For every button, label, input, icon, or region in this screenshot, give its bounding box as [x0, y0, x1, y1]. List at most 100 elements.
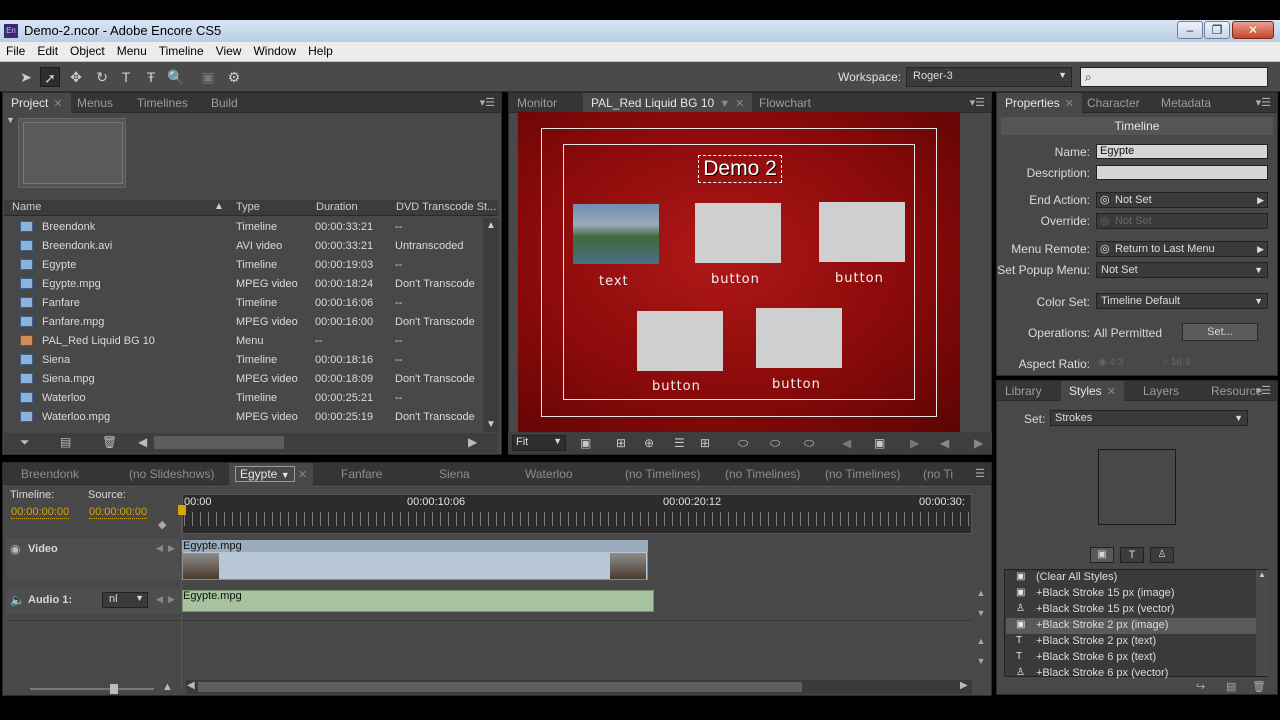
nav-left-icon[interactable]: ◀ — [940, 436, 949, 450]
apply-style-icon[interactable]: ↪ — [1196, 680, 1205, 693]
tab-no-timelines[interactable]: (no Timelines) — [825, 463, 900, 485]
menu-button-3[interactable] — [819, 202, 905, 262]
tab-properties[interactable]: Properties ✕ — [997, 93, 1082, 113]
preview-icon[interactable]: ▣ — [198, 67, 218, 87]
scroll-right-icon[interactable]: ▶ — [468, 435, 477, 449]
project-row[interactable]: Siena Timeline 00:00:18:16 -- — [4, 351, 480, 370]
move-tool-icon[interactable]: ✥ — [66, 67, 86, 87]
menu-menu[interactable]: Menu — [111, 42, 153, 58]
description-field[interactable] — [1096, 165, 1268, 180]
source-timecode[interactable]: 00:00:00:00 — [89, 506, 148, 519]
project-row[interactable]: Egypte.mpg MPEG video 00:00:18:24 Don't Tra… — [4, 275, 480, 294]
aspect-16-9-radio[interactable]: ○ 16:9 — [1162, 357, 1190, 368]
timeline-timecode[interactable]: 00:00:00:00 — [11, 506, 70, 519]
panel-menu-icon[interactable]: ▾☰ — [1256, 384, 1271, 397]
vertical-text-tool-icon[interactable]: Ŧ — [141, 67, 161, 87]
timeline-scroll-thumb[interactable] — [198, 682, 802, 692]
prev-keyframe-icon[interactable]: ◀ — [156, 543, 163, 554]
eye-icon[interactable]: ◉ — [10, 542, 20, 556]
style-set-select[interactable]: Strokes ▼ — [1050, 410, 1248, 426]
menu-button-thumbnail[interactable] — [573, 204, 659, 264]
tab-slideshows[interactable]: (no Slideshows) — [129, 463, 214, 485]
menu-title-text[interactable]: Demo 2 — [698, 155, 782, 183]
collapse-icon[interactable]: ▼ — [6, 115, 15, 125]
style-item[interactable]: ▣ (Clear All Styles) — [1006, 570, 1256, 586]
next-icon[interactable]: ▶ — [910, 436, 919, 450]
scroll-left-icon[interactable]: ◀ — [187, 680, 195, 691]
link-icon[interactable]: ⚙ — [224, 67, 244, 87]
style-item[interactable]: T +Black Stroke 2 px (text) — [1006, 634, 1256, 650]
audio-clip[interactable] — [182, 590, 654, 612]
scroll-up-icon[interactable]: ▲ — [486, 220, 496, 231]
style-item[interactable]: ♙ +Black Stroke 6 px (vector) — [1006, 666, 1256, 682]
search-input[interactable]: ⌕ — [1080, 67, 1268, 87]
tab-no-timelines[interactable]: (no Timelines) — [725, 463, 800, 485]
style-item[interactable]: T +Black Stroke 6 px (text) — [1006, 650, 1256, 666]
selection-tool-icon[interactable]: ➤ — [16, 67, 36, 87]
scroll-down-icon[interactable]: ▼ — [486, 419, 496, 430]
column-transcode[interactable]: DVD Transcode St... — [396, 201, 496, 213]
audio-language-select[interactable]: nl ▼ — [102, 592, 148, 608]
vector-style-icon[interactable]: ♙ — [1150, 547, 1174, 563]
distribute-icon[interactable]: ⊞ — [700, 436, 710, 450]
override-select[interactable]: ◎ Not Set — [1096, 213, 1268, 229]
menu-remote-select[interactable]: ◎ Return to Last Menu ▶ — [1096, 241, 1268, 257]
menu-timeline[interactable]: Timeline — [153, 42, 210, 58]
workspace-select[interactable]: Roger-3 ▼ — [906, 67, 1072, 87]
tab-build[interactable]: Build — [203, 93, 246, 113]
tab-menu-editor[interactable]: PAL_Red Liquid BG 10 ▼ ✕ — [583, 93, 753, 113]
close-button[interactable]: ✕ — [1232, 21, 1274, 39]
tab-timeline-egypte[interactable]: Egypte ▼ ✕ — [229, 463, 314, 485]
project-row[interactable]: Siena.mpg MPEG video 00:00:18:09 Don't Tran… — [4, 370, 480, 389]
trash-icon[interactable]: 🗑 — [102, 435, 117, 449]
end-action-select[interactable]: ◎ Not Set ▶ — [1096, 192, 1268, 208]
project-row[interactable]: Egypte Timeline 00:00:19:03 -- — [4, 256, 480, 275]
zoom-select[interactable]: Fit ▼ — [512, 435, 566, 451]
next-keyframe-icon[interactable]: ▶ — [168, 594, 175, 605]
align-icon[interactable]: ⊕ — [644, 436, 654, 450]
tab-monitor[interactable]: Monitor — [509, 93, 565, 113]
prev-keyframe-icon[interactable]: ◀ — [156, 594, 163, 605]
zoom-tool-icon[interactable]: 🔍 — [166, 67, 186, 87]
new-item-icon[interactable]: ▤ — [60, 435, 71, 449]
tab-layers[interactable]: Layers — [1135, 381, 1187, 401]
styles-scrollbar[interactable]: ▲ — [1256, 570, 1268, 676]
menu-file[interactable]: File — [0, 42, 31, 58]
grid-icon[interactable]: ⊞ — [616, 436, 626, 450]
project-row[interactable]: Fanfare.mpg MPEG video 00:00:16:00 Don't Tr… — [4, 313, 480, 332]
column-type[interactable]: Type — [236, 201, 260, 213]
project-row[interactable]: Fanfare Timeline 00:00:16:06 -- — [4, 294, 480, 313]
menu-help[interactable]: Help — [302, 42, 339, 58]
tab-styles[interactable]: Styles ✕ — [1061, 381, 1124, 401]
playhead[interactable] — [181, 508, 182, 688]
panel-menu-icon[interactable]: ▾☰ — [480, 96, 495, 109]
zoom-slider-track[interactable] — [30, 688, 154, 690]
minimize-button[interactable]: – — [1177, 21, 1203, 39]
style-item[interactable]: ▣ +Black Stroke 15 px (image) — [1006, 586, 1256, 602]
column-duration[interactable]: Duration — [316, 201, 358, 213]
tracks-scrollbar[interactable]: ▲ ▼ — [974, 636, 988, 676]
panel-menu-icon[interactable]: ▾☰ — [970, 96, 985, 109]
name-field[interactable]: Egypte — [1096, 144, 1268, 159]
audio-scrollbar[interactable]: ▲ ▼ — [974, 588, 988, 628]
tab-timeline-waterloo[interactable]: Waterloo — [525, 463, 573, 485]
zoom-slider-thumb[interactable] — [110, 684, 118, 694]
nav-right-icon[interactable]: ▶ — [974, 436, 983, 450]
style-item[interactable]: ♙ +Black Stroke 15 px (vector) — [1006, 602, 1256, 618]
panel-menu-icon[interactable]: ▾☰ — [1256, 96, 1271, 109]
rotate-tool-icon[interactable]: ↻ — [92, 67, 112, 87]
menu-button-5[interactable] — [756, 308, 842, 368]
menu-object[interactable]: Object — [64, 42, 111, 58]
horizontal-scroll-thumb[interactable] — [154, 436, 284, 449]
filter-icon[interactable]: ⏷ — [20, 435, 30, 450]
text-style-icon[interactable]: T — [1120, 547, 1144, 563]
menu-window[interactable]: Window — [247, 42, 302, 58]
project-row[interactable]: Breendonk.avi AVI video 00:00:33:21 Untrans… — [4, 237, 480, 256]
tab-timeline-breendonk[interactable]: Breendonk — [21, 463, 79, 485]
direct-select-tool-icon[interactable]: ➚ — [40, 67, 60, 87]
safe-area-icon[interactable]: ▣ — [580, 436, 591, 450]
menu-button-2[interactable] — [695, 203, 781, 263]
button-shape-icon[interactable]: ⬭ — [804, 436, 814, 451]
next-keyframe-icon[interactable]: ▶ — [168, 543, 175, 554]
project-row[interactable]: Breendonk Timeline 00:00:33:21 -- — [4, 218, 480, 237]
